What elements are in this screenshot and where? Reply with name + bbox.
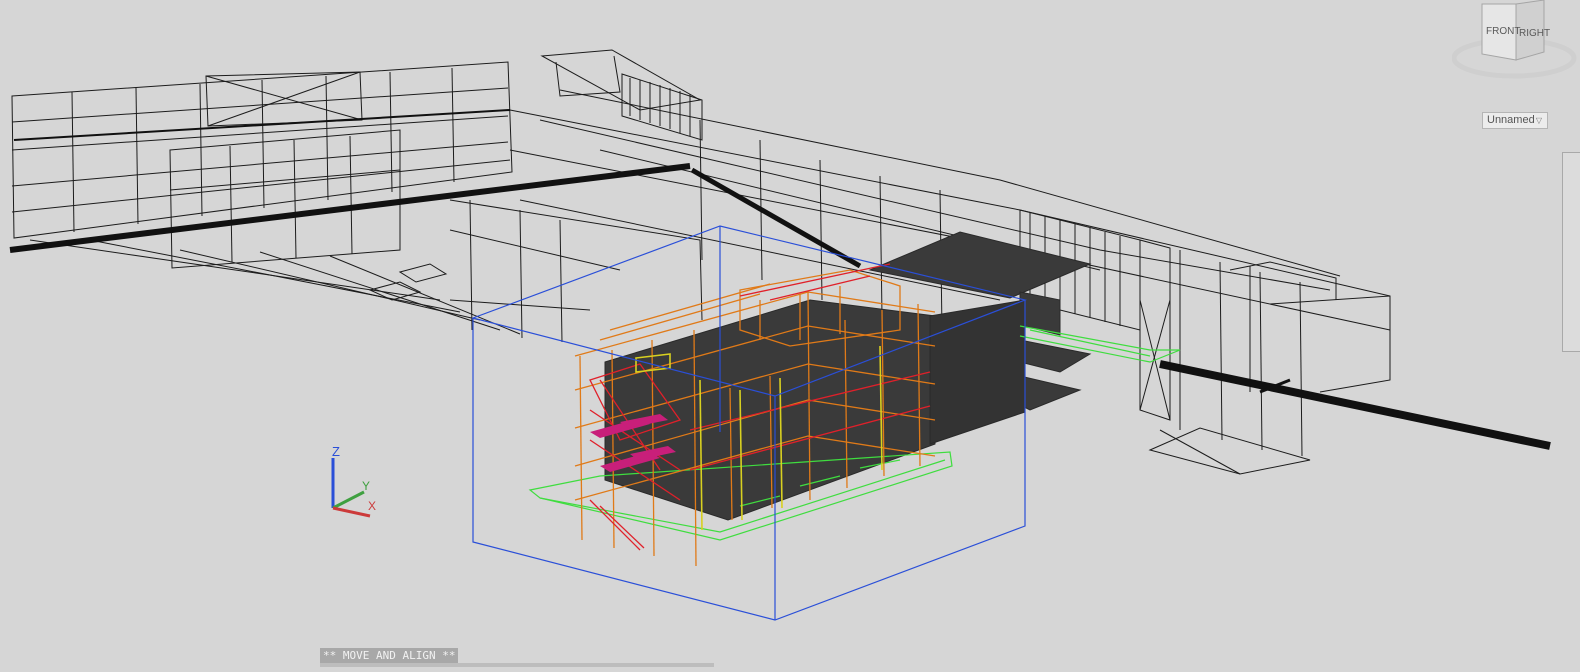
- named-view-label: Unnamed: [1487, 114, 1535, 126]
- command-line-prompt: ** MOVE AND ALIGN **: [320, 648, 459, 663]
- model-viewport[interactable]: Z Y X: [0, 0, 1580, 672]
- viewcube-front-face[interactable]: FRONT: [1486, 26, 1520, 37]
- chevron-down-icon: ▽: [1535, 116, 1542, 125]
- command-line-input[interactable]: [320, 663, 714, 667]
- ucs-x-label: X: [368, 499, 376, 513]
- side-panel-edge[interactable]: [1562, 152, 1580, 352]
- viewcube-right-face[interactable]: RIGHT: [1519, 28, 1550, 39]
- ucs-y-label: Y: [362, 479, 370, 493]
- ucs-z-label: Z: [332, 444, 340, 459]
- ucs-icon: Z Y X: [331, 444, 376, 518]
- viewcube-icon[interactable]: FRONT RIGHT: [1452, 0, 1580, 85]
- named-view-dropdown[interactable]: Unnamed ▽: [1482, 112, 1548, 129]
